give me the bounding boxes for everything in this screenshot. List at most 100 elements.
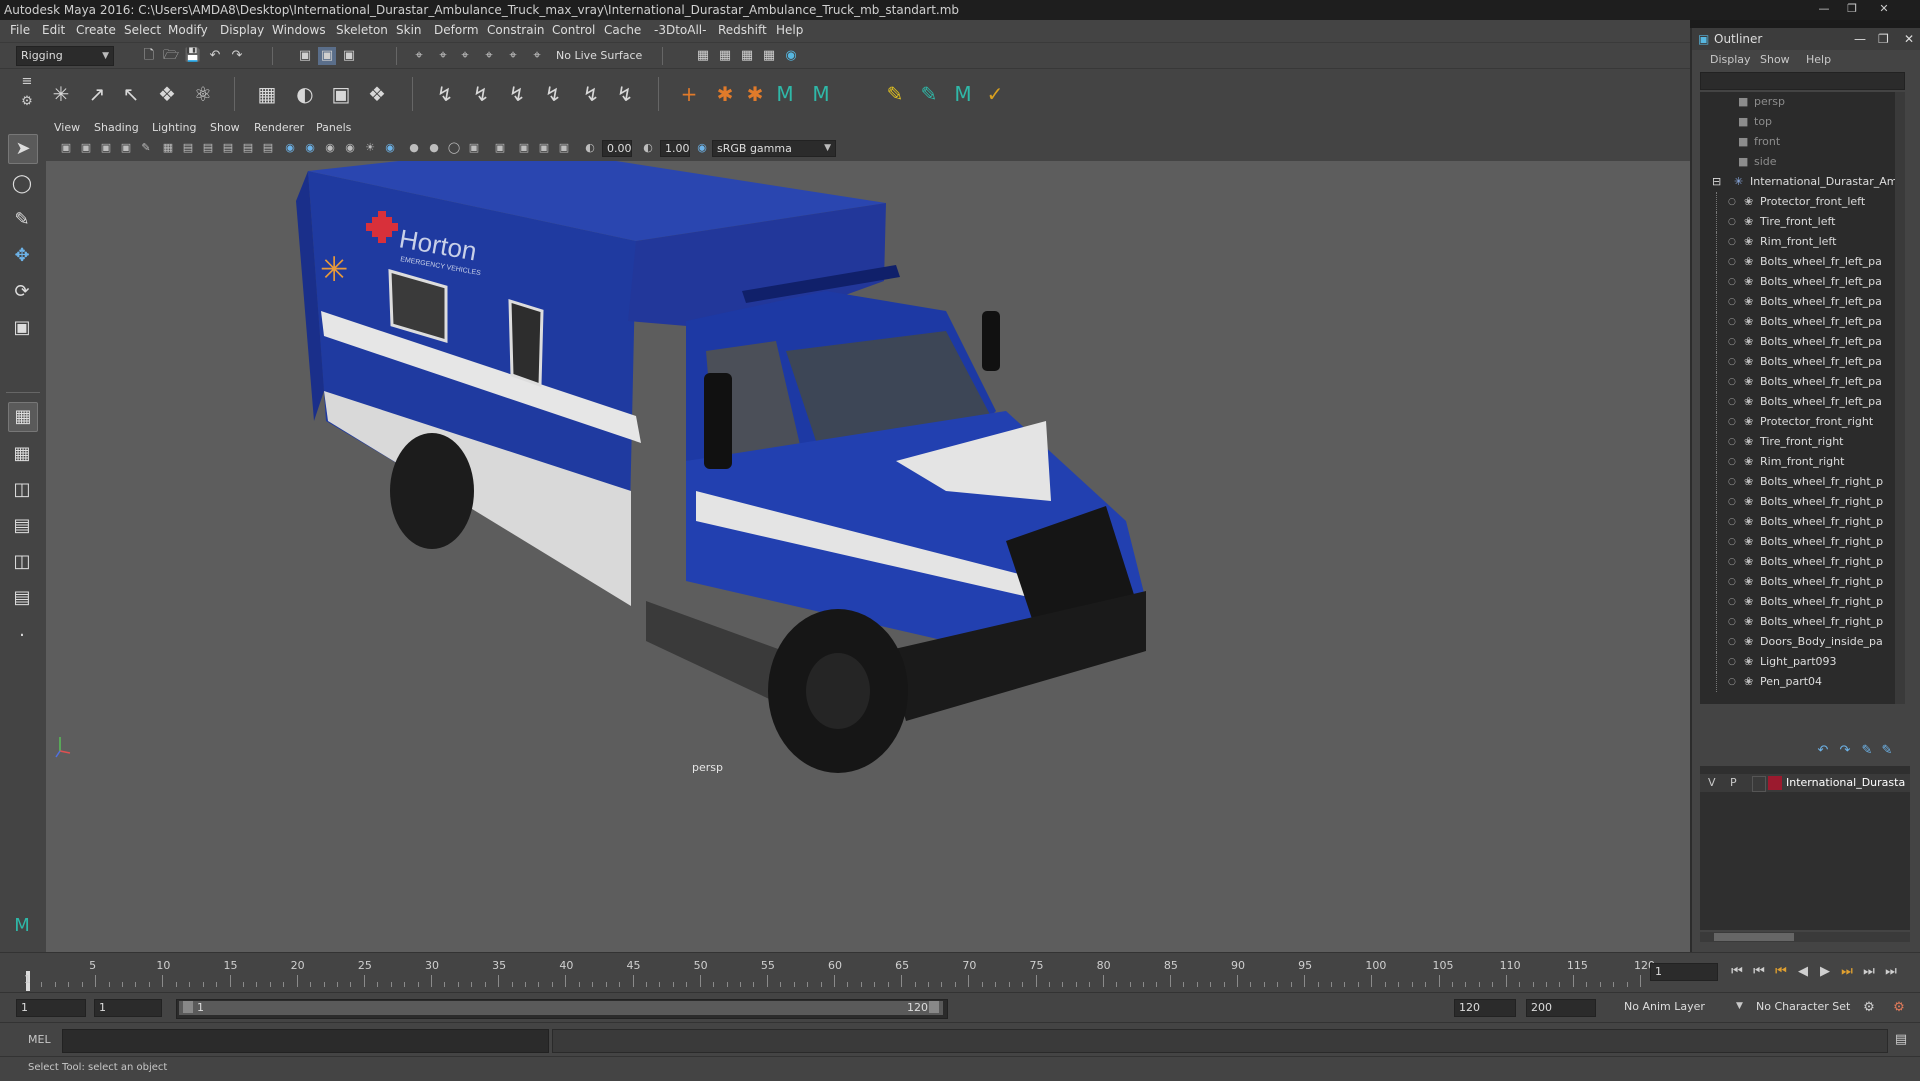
prune-weights-icon[interactable]: ↯ (612, 81, 638, 107)
snap-live-icon[interactable]: ⌖ (528, 47, 546, 65)
expand-icon[interactable]: ○ (1728, 572, 1736, 592)
list-item[interactable]: ○ ❀ Rim_front_left (1700, 232, 1905, 252)
maya-logo-icon-2[interactable]: M (808, 81, 834, 107)
go-to-end-icon[interactable]: ⏭ (1882, 963, 1900, 981)
panel-menu-shading[interactable]: Shading (94, 121, 139, 134)
timeline-ruler[interactable]: 5 10 15 20 25 30 35 40 45 50 55 60 65 70 75 80 85 90 95 100… (26, 953, 1655, 993)
list-item[interactable]: ■ persp (1700, 92, 1905, 112)
checkmark-tool-icon[interactable]: ✓ (982, 81, 1008, 107)
lasso-tool-icon[interactable]: ◯ (8, 170, 36, 198)
orient-constraint-icon[interactable]: ✱ (742, 81, 768, 107)
wireframe-on-shaded-icon[interactable]: ◉ (322, 140, 338, 156)
panel-menu-view[interactable]: View (54, 121, 80, 134)
grease-pencil-icon[interactable]: ✎ (138, 140, 154, 156)
bind-skin-icon[interactable]: ↯ (432, 81, 458, 107)
menuset-dropdown[interactable]: Rigging ▼ (16, 46, 114, 66)
outliner-scrollbar[interactable] (1895, 92, 1905, 704)
new-layer-selected-icon[interactable]: ✎ (1878, 742, 1896, 760)
layer-type-toggle[interactable] (1752, 776, 1766, 792)
list-item[interactable]: ○ ❀ Rim_front_right (1700, 452, 1905, 472)
expand-icon[interactable]: ○ (1728, 632, 1736, 652)
expand-icon[interactable]: ○ (1728, 452, 1736, 472)
xray-joints-icon[interactable]: ▣ (536, 140, 552, 156)
move-tool-icon[interactable]: ✥ (8, 242, 36, 270)
command-language-label[interactable]: MEL (28, 1033, 51, 1046)
expand-icon[interactable]: ○ (1728, 612, 1736, 632)
menu-redshift[interactable]: Redshift (718, 23, 767, 37)
detach-skin-icon[interactable]: ↯ (468, 81, 494, 107)
minimize-icon[interactable]: — (1812, 2, 1836, 16)
ambient-occlusion-icon[interactable]: ● (406, 140, 422, 156)
lights-icon[interactable]: ☀ (362, 140, 378, 156)
resolution-gate-icon[interactable]: ▤ (200, 140, 216, 156)
color-space-dropdown[interactable]: sRGB gamma ▼ (712, 140, 836, 157)
isolate-select-icon[interactable]: ▣ (492, 140, 508, 156)
menu-windows[interactable]: Windows (272, 23, 326, 37)
outliner-layout-icon[interactable]: ▤ (8, 512, 36, 540)
expand-icon[interactable]: ○ (1728, 212, 1736, 232)
ik-spline-icon[interactable]: ↖ (118, 81, 144, 107)
menu-create[interactable]: Create (76, 23, 116, 37)
range-slider[interactable]: 1 120 (176, 999, 948, 1019)
list-item[interactable]: ○ ❀ Bolts_wheel_fr_right_p (1700, 472, 1905, 492)
list-item[interactable]: ○ ❀ Tire_front_right (1700, 432, 1905, 452)
hypershade-layout-icon[interactable]: ▤ (8, 584, 36, 612)
two-d-pan-icon[interactable]: ▣ (118, 140, 134, 156)
copy-weights-icon[interactable]: ↯ (578, 81, 604, 107)
redo-icon[interactable]: ↷ (228, 47, 246, 65)
layer-scroll-thumb[interactable] (1714, 933, 1794, 941)
list-item[interactable]: ○ ❀ Bolts_wheel_fr_right_p (1700, 492, 1905, 512)
expand-icon[interactable]: ○ (1728, 372, 1736, 392)
layer-playback-toggle[interactable]: P (1730, 774, 1737, 792)
rotate-tool-icon[interactable]: ⟳ (8, 278, 36, 306)
field-chart-icon[interactable]: ▤ (240, 140, 256, 156)
play-backwards-icon[interactable]: ◀ (1794, 963, 1812, 981)
list-item[interactable]: ○ ❀ Pen_part04 (1700, 672, 1905, 692)
snap-grid-icon[interactable]: ⌖ (410, 47, 428, 65)
restore-icon[interactable]: ❐ (1840, 2, 1864, 16)
list-item[interactable]: ○ ❀ Protector_front_left (1700, 192, 1905, 212)
expand-icon[interactable]: ○ (1728, 532, 1736, 552)
expand-icon[interactable]: ○ (1728, 412, 1736, 432)
grid-icon[interactable]: ▦ (160, 140, 176, 156)
side-by-side-layout-icon[interactable]: ◫ (8, 476, 36, 504)
mirror-weights-icon[interactable]: ↯ (540, 81, 566, 107)
close-icon[interactable]: ✕ (1904, 28, 1914, 50)
new-scene-icon[interactable]: 🗋 (140, 47, 158, 65)
list-item[interactable]: ○ ❀ Light_part093 (1700, 652, 1905, 672)
step-forward-frame-icon[interactable]: ⏭ (1838, 963, 1856, 981)
motion-blur-icon[interactable]: ● (426, 140, 442, 156)
exposure-field[interactable]: 0.00 (602, 140, 632, 157)
menu-select[interactable]: Select (124, 23, 161, 37)
xray-icon[interactable]: ▣ (516, 140, 532, 156)
current-frame-field[interactable]: 1 (1650, 963, 1718, 981)
expand-icon[interactable]: ○ (1728, 352, 1736, 372)
ipr-render-icon[interactable]: ▦ (760, 47, 778, 65)
expand-icon[interactable]: ○ (1728, 392, 1736, 412)
list-item[interactable]: ○ ❀ Bolts_wheel_fr_left_pa (1700, 292, 1905, 312)
range-right-grip[interactable] (929, 1001, 939, 1013)
shadows-icon[interactable]: ◉ (382, 140, 398, 156)
list-item[interactable]: ■ front (1700, 132, 1905, 152)
viewport-persp[interactable]: Horton EMERGENCY VEHICLES ✳ persp (46, 161, 1690, 952)
collapse-icon[interactable]: ⊟ (1712, 172, 1721, 192)
render-settings-icon[interactable]: ▦ (694, 47, 712, 65)
menu-constrain[interactable]: Constrain (487, 23, 545, 37)
character-set-dropdown[interactable]: No Character Set (1752, 999, 1868, 1017)
step-forward-key-icon[interactable]: ⏭ (1860, 963, 1878, 981)
hypershade-icon[interactable]: ◉ (782, 47, 800, 65)
list-item[interactable]: ○ ❀ Tire_front_left (1700, 212, 1905, 232)
anim-layer-dropdown[interactable]: No Anim Layer (1620, 999, 1738, 1017)
snap-surface-icon[interactable]: ⌖ (504, 47, 522, 65)
select-tool-icon[interactable]: ➤ (8, 134, 38, 164)
expand-icon[interactable]: ○ (1728, 652, 1736, 672)
four-view-layout-icon[interactable]: ▦ (8, 440, 36, 468)
gate-mask-icon[interactable]: ▤ (220, 140, 236, 156)
layer-name[interactable]: International_Durastar (1786, 774, 1906, 792)
image-plane-icon[interactable]: ▣ (98, 140, 114, 156)
menu-3dtoall[interactable]: -3DtoAll- (654, 23, 706, 37)
ik-handle-icon[interactable]: ↗ (84, 81, 110, 107)
maya-logo-icon-3[interactable]: M (950, 81, 976, 107)
outliner-list[interactable]: ■ persp ■ top ■ front ■ side ⊟ ✳ International… (1700, 92, 1905, 704)
expand-icon[interactable]: ○ (1728, 312, 1736, 332)
